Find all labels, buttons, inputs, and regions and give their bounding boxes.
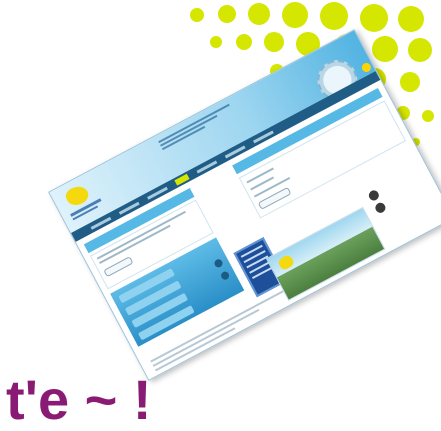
logo-icon (277, 253, 296, 272)
round-buttons (367, 188, 389, 218)
sun-icon (360, 61, 373, 74)
photo-banner (265, 206, 386, 301)
round-button[interactable] (367, 188, 381, 203)
circle-icon (219, 270, 231, 282)
nav-highlight-item[interactable] (174, 173, 190, 186)
round-button[interactable] (373, 201, 388, 215)
bottom-text: t'e ~ ! (6, 368, 152, 431)
logo-icon (59, 177, 104, 221)
circle-icon (213, 257, 224, 269)
